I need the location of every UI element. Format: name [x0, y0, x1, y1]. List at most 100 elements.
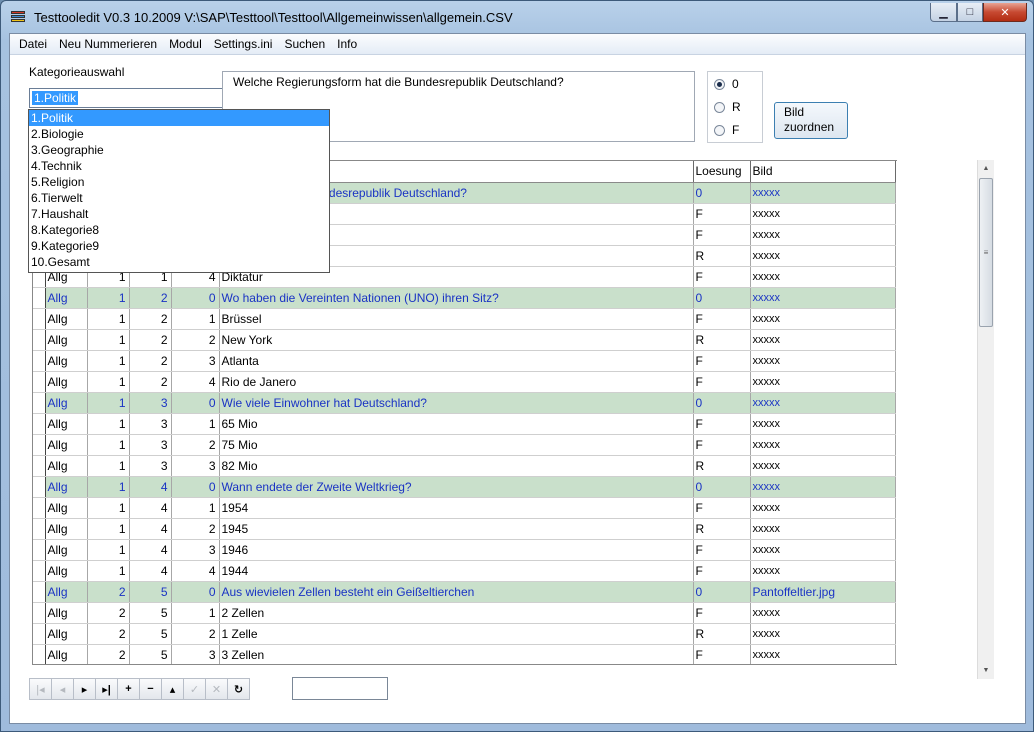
- nav-next-button[interactable]: ▸: [73, 678, 96, 700]
- cell-loesung[interactable]: F: [693, 644, 751, 664]
- title-bar[interactable]: Testtooledit V0.3 10.2009 V:\SAP\Testtoo…: [1, 1, 1033, 33]
- category-option-politik[interactable]: 1.Politik: [29, 110, 329, 126]
- row-indicator[interactable]: [33, 392, 46, 414]
- cell-bild[interactable]: Pantoffeltier.jpg: [750, 581, 896, 603]
- cell-modul[interactable]: Allg: [45, 329, 88, 351]
- answer-row[interactable]: Allg 1 4 2 1945 Rxxxxx: [33, 518, 896, 540]
- row-indicator[interactable]: [33, 308, 46, 330]
- row-indicator[interactable]: [33, 602, 46, 624]
- answer-row[interactable]: Allg 1 2 3 Atlanta Fxxxxx: [33, 350, 896, 372]
- cell-kategorie[interactable]: 1: [87, 560, 130, 582]
- cell-modul[interactable]: Allg: [45, 434, 88, 456]
- scroll-thumb[interactable]: ≡: [979, 178, 993, 327]
- category-option-haushalt[interactable]: 7.Haushalt: [29, 206, 329, 222]
- cell-loesung[interactable]: F: [693, 266, 751, 288]
- cell-modul[interactable]: Allg: [45, 644, 88, 664]
- nav-delete-button[interactable]: −: [139, 678, 162, 700]
- cell-bild[interactable]: xxxxx: [750, 224, 896, 246]
- cell-modul[interactable]: Allg: [45, 497, 88, 519]
- cell-bild[interactable]: xxxxx: [750, 539, 896, 561]
- cell-nr[interactable]: 0: [171, 392, 220, 414]
- cell-text[interactable]: 82 Mio: [219, 455, 694, 477]
- cell-nr[interactable]: 0: [171, 476, 220, 498]
- cell-nr[interactable]: 0: [171, 287, 220, 309]
- cell-modul[interactable]: Allg: [45, 602, 88, 624]
- cell-bild[interactable]: xxxxx: [750, 434, 896, 456]
- cell-text[interactable]: 1945: [219, 518, 694, 540]
- category-option-kategorie8[interactable]: 8.Kategorie8: [29, 222, 329, 238]
- question-row[interactable]: Allg 1 4 0 Wann endete der Zweite Weltkrieg?…: [33, 476, 896, 498]
- cell-bild[interactable]: xxxxx: [750, 413, 896, 435]
- cell-kategorie[interactable]: 1: [87, 539, 130, 561]
- cell-frage[interactable]: 4: [129, 497, 172, 519]
- cell-loesung[interactable]: F: [693, 602, 751, 624]
- cell-modul[interactable]: Allg: [45, 455, 88, 477]
- cell-loesung[interactable]: F: [693, 308, 751, 330]
- cell-nr[interactable]: 4: [171, 560, 220, 582]
- cell-frage[interactable]: 5: [129, 644, 172, 664]
- cell-frage[interactable]: 3: [129, 455, 172, 477]
- cell-bild[interactable]: xxxxx: [750, 392, 896, 414]
- cell-loesung[interactable]: F: [693, 224, 751, 246]
- nav-prior-button[interactable]: ◂: [51, 678, 74, 700]
- cell-kategorie[interactable]: 1: [87, 350, 130, 372]
- cell-kategorie[interactable]: 1: [87, 497, 130, 519]
- cell-nr[interactable]: 3: [171, 644, 220, 664]
- row-indicator[interactable]: [33, 644, 46, 664]
- cell-loesung[interactable]: 0: [693, 476, 751, 498]
- cell-kategorie[interactable]: 1: [87, 476, 130, 498]
- column-header-bild[interactable]: Bild: [750, 161, 896, 183]
- cell-text[interactable]: New York: [219, 329, 694, 351]
- radio-option-r[interactable]: R: [714, 100, 741, 114]
- cell-text[interactable]: Brüssel: [219, 308, 694, 330]
- scroll-up-icon[interactable]: ▲: [978, 160, 994, 177]
- row-indicator[interactable]: [33, 539, 46, 561]
- answer-row[interactable]: Allg 2 5 2 1 Zelle Rxxxxx: [33, 623, 896, 645]
- cell-loesung[interactable]: F: [693, 497, 751, 519]
- scroll-down-icon[interactable]: ▼: [978, 662, 994, 679]
- cell-loesung[interactable]: F: [693, 350, 751, 372]
- cell-kategorie[interactable]: 1: [87, 413, 130, 435]
- menu-info[interactable]: Info: [331, 34, 363, 54]
- cell-frage[interactable]: 5: [129, 623, 172, 645]
- row-indicator[interactable]: [33, 413, 46, 435]
- cell-frage[interactable]: 4: [129, 518, 172, 540]
- cell-nr[interactable]: 3: [171, 350, 220, 372]
- cell-bild[interactable]: xxxxx: [750, 644, 896, 664]
- cell-bild[interactable]: xxxxx: [750, 560, 896, 582]
- cell-bild[interactable]: xxxxx: [750, 266, 896, 288]
- cell-bild[interactable]: xxxxx: [750, 329, 896, 351]
- cell-modul[interactable]: Allg: [45, 308, 88, 330]
- cell-nr[interactable]: 1: [171, 602, 220, 624]
- cell-loesung[interactable]: 0: [693, 182, 751, 204]
- cell-loesung[interactable]: F: [693, 203, 751, 225]
- row-indicator[interactable]: [33, 518, 46, 540]
- cell-frage[interactable]: 2: [129, 371, 172, 393]
- cell-text[interactable]: 2 Zellen: [219, 602, 694, 624]
- nav-first-button[interactable]: |◂: [29, 678, 52, 700]
- cell-nr[interactable]: 3: [171, 455, 220, 477]
- answer-row[interactable]: Allg 1 3 2 75 Mio Fxxxxx: [33, 434, 896, 456]
- nav-edit-button[interactable]: ▴: [161, 678, 184, 700]
- cell-nr[interactable]: 2: [171, 329, 220, 351]
- cell-modul[interactable]: Allg: [45, 413, 88, 435]
- nav-insert-button[interactable]: +: [117, 678, 140, 700]
- cell-modul[interactable]: Allg: [45, 623, 88, 645]
- cell-bild[interactable]: xxxxx: [750, 350, 896, 372]
- question-row[interactable]: Allg 2 5 0 Aus wievielen Zellen besteht ein …: [33, 581, 896, 603]
- row-indicator[interactable]: [33, 287, 46, 309]
- cell-frage[interactable]: 5: [129, 581, 172, 603]
- cell-frage[interactable]: 3: [129, 392, 172, 414]
- nav-cancel-button[interactable]: ✕: [205, 678, 228, 700]
- row-indicator[interactable]: [33, 581, 46, 603]
- cell-frage[interactable]: 2: [129, 329, 172, 351]
- cell-nr[interactable]: 2: [171, 518, 220, 540]
- row-indicator[interactable]: [33, 476, 46, 498]
- cell-modul[interactable]: Allg: [45, 539, 88, 561]
- cell-bild[interactable]: xxxxx: [750, 182, 896, 204]
- cell-modul[interactable]: Allg: [45, 560, 88, 582]
- menu-settings[interactable]: Settings.ini: [208, 34, 279, 54]
- cell-kategorie[interactable]: 1: [87, 287, 130, 309]
- cell-modul[interactable]: Allg: [45, 581, 88, 603]
- nav-refresh-button[interactable]: ↻: [227, 678, 250, 700]
